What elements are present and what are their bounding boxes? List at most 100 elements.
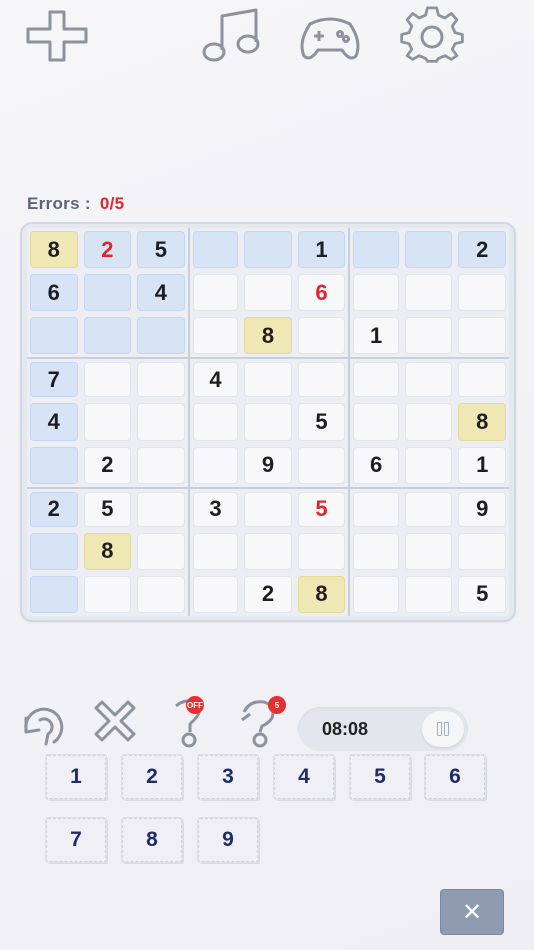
- sudoku-cell[interactable]: [402, 271, 456, 314]
- sudoku-cell[interactable]: 4: [187, 357, 242, 401]
- notes-button[interactable]: OFF: [160, 696, 214, 750]
- sudoku-cell[interactable]: [455, 530, 509, 573]
- sudoku-cell[interactable]: [241, 357, 295, 400]
- sudoku-cell[interactable]: [294, 357, 349, 400]
- sudoku-cell[interactable]: 5: [295, 400, 349, 443]
- sudoku-cell[interactable]: 8: [241, 314, 295, 357]
- sudoku-cell[interactable]: [348, 572, 402, 616]
- sudoku-cell[interactable]: [348, 486, 402, 530]
- sudoku-cell[interactable]: 5: [294, 486, 349, 530]
- sudoku-cell[interactable]: [241, 400, 295, 443]
- sudoku-cell[interactable]: [241, 530, 295, 573]
- sudoku-cell[interactable]: 6: [348, 443, 402, 487]
- sudoku-cell[interactable]: 5: [455, 573, 509, 616]
- sudoku-cell[interactable]: 2: [81, 444, 135, 487]
- number-button-9[interactable]: 9: [198, 818, 258, 862]
- sudoku-cell[interactable]: 2: [241, 573, 295, 616]
- sudoku-cell[interactable]: [402, 573, 456, 616]
- gamepad-icon[interactable]: [296, 6, 364, 68]
- sudoku-cell[interactable]: 8: [81, 530, 135, 573]
- number-button-4[interactable]: 4: [274, 755, 334, 799]
- sudoku-cell[interactable]: 1: [455, 444, 509, 487]
- number-button-7[interactable]: 7: [46, 818, 106, 862]
- sudoku-cell[interactable]: 4: [134, 271, 188, 314]
- sudoku-cell[interactable]: 5: [134, 228, 188, 271]
- pause-button[interactable]: [422, 711, 464, 747]
- erase-button[interactable]: [88, 696, 142, 750]
- sudoku-cell[interactable]: [27, 444, 81, 487]
- sudoku-cell[interactable]: [295, 314, 349, 357]
- sudoku-cell[interactable]: 8: [295, 573, 349, 616]
- sudoku-cell[interactable]: [187, 443, 242, 487]
- sudoku-cell[interactable]: [134, 314, 188, 357]
- sudoku-cell[interactable]: 3: [187, 486, 242, 530]
- sudoku-cell[interactable]: 8: [27, 228, 81, 271]
- sudoku-cell[interactable]: 4: [27, 400, 81, 443]
- sudoku-cell[interactable]: 2: [81, 228, 135, 271]
- sudoku-cell[interactable]: 2: [455, 228, 509, 271]
- sudoku-cell[interactable]: [134, 400, 188, 443]
- sudoku-cell[interactable]: [348, 400, 402, 444]
- sudoku-cell[interactable]: [401, 486, 456, 530]
- sudoku-cell[interactable]: [402, 530, 456, 573]
- sudoku-cell[interactable]: [80, 357, 135, 400]
- sudoku-cell[interactable]: [81, 314, 135, 357]
- sudoku-cell[interactable]: 6: [295, 271, 349, 314]
- sudoku-cell[interactable]: [455, 357, 509, 400]
- sudoku-cell[interactable]: [134, 444, 188, 487]
- sudoku-cell[interactable]: 9: [455, 486, 509, 530]
- number-button-1[interactable]: 1: [46, 755, 106, 799]
- sudoku-cell[interactable]: [27, 530, 81, 573]
- sudoku-cell[interactable]: 7: [27, 357, 81, 400]
- sudoku-cell[interactable]: [455, 271, 509, 314]
- sudoku-cell[interactable]: [348, 228, 402, 272]
- sudoku-cell[interactable]: [241, 228, 295, 271]
- number-button-2[interactable]: 2: [122, 755, 182, 799]
- sudoku-cell[interactable]: 9: [241, 444, 295, 487]
- number-button-8[interactable]: 8: [122, 818, 182, 862]
- sudoku-cell[interactable]: [187, 271, 242, 315]
- sudoku-cell[interactable]: [455, 314, 509, 357]
- sudoku-cell[interactable]: [81, 271, 135, 314]
- sudoku-cell[interactable]: [402, 444, 456, 487]
- sudoku-cell[interactable]: [134, 357, 188, 400]
- sudoku-cell[interactable]: [187, 572, 242, 616]
- sudoku-cell[interactable]: [187, 529, 242, 573]
- undo-button[interactable]: [14, 696, 68, 750]
- sudoku-cell[interactable]: 5: [80, 486, 135, 530]
- sudoku-cell[interactable]: [134, 573, 188, 616]
- sudoku-cell[interactable]: [187, 314, 242, 358]
- sudoku-cell[interactable]: [348, 271, 402, 315]
- sudoku-cell[interactable]: [295, 444, 349, 487]
- number-button-3[interactable]: 3: [198, 755, 258, 799]
- sudoku-cell[interactable]: [134, 486, 188, 530]
- sudoku-cell[interactable]: [402, 314, 456, 357]
- sudoku-cell[interactable]: [348, 529, 402, 573]
- sudoku-cell[interactable]: [401, 357, 456, 400]
- sudoku-cell[interactable]: [81, 400, 135, 443]
- sudoku-cell[interactable]: [402, 400, 456, 443]
- sudoku-cell[interactable]: [27, 314, 81, 357]
- close-button[interactable]: ✕: [441, 890, 503, 934]
- sudoku-cell[interactable]: [187, 400, 242, 444]
- sudoku-cell[interactable]: 6: [27, 271, 81, 314]
- sudoku-cell[interactable]: [295, 530, 349, 573]
- sudoku-cell[interactable]: 1: [295, 228, 349, 271]
- sudoku-cell[interactable]: [134, 530, 188, 573]
- music-icon[interactable]: [198, 6, 266, 68]
- gear-icon[interactable]: [398, 6, 466, 68]
- hint-button[interactable]: 5: [234, 696, 288, 750]
- number-button-5[interactable]: 5: [350, 755, 410, 799]
- sudoku-cell[interactable]: [402, 228, 456, 271]
- sudoku-cell[interactable]: [27, 573, 81, 616]
- sudoku-cell[interactable]: 1: [348, 314, 402, 358]
- sudoku-cell[interactable]: 2: [27, 486, 81, 530]
- sudoku-cell[interactable]: [241, 486, 295, 530]
- sudoku-cell[interactable]: [81, 573, 135, 616]
- number-button-6[interactable]: 6: [425, 755, 485, 799]
- sudoku-cell[interactable]: 8: [455, 400, 509, 443]
- plus-icon[interactable]: [24, 6, 92, 68]
- sudoku-cell[interactable]: [241, 271, 295, 314]
- sudoku-cell[interactable]: [187, 228, 242, 272]
- sudoku-cell[interactable]: [348, 357, 402, 401]
